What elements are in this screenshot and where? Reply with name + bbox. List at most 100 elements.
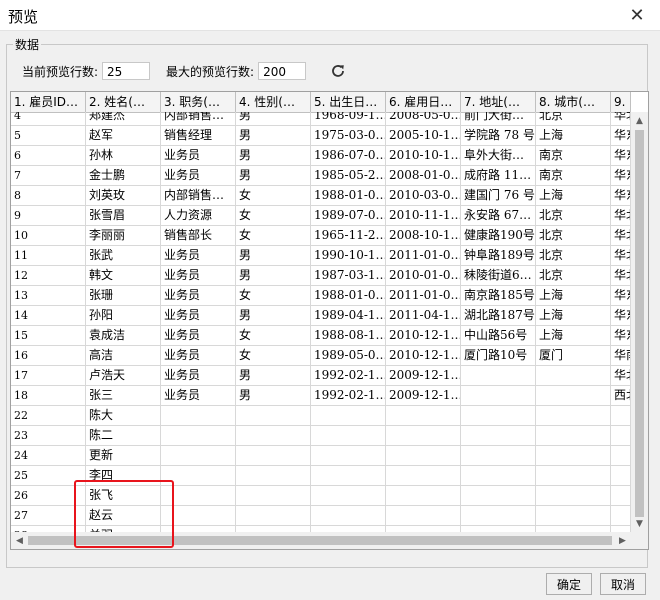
table-cell[interactable]: 上海 (536, 186, 611, 205)
table-cell[interactable]: 女 (236, 346, 311, 365)
table-cell[interactable]: 学院路 78 号 (461, 126, 536, 145)
table-cell[interactable]: 厦门 (536, 346, 611, 365)
table-cell[interactable]: 14 (11, 306, 86, 325)
table-cell[interactable] (461, 466, 536, 485)
table-cell[interactable]: 1985-05-2… (311, 166, 386, 185)
table-cell[interactable]: 5 (11, 126, 86, 145)
table-cell[interactable]: 26 (11, 486, 86, 505)
table-cell[interactable]: 健康路190号 (461, 226, 536, 245)
table-cell[interactable]: 前门大街… (461, 112, 536, 125)
table-cell[interactable]: 15 (11, 326, 86, 345)
table-row[interactable]: 7金士鹏业务员男1985-05-2…2008-01-0…成府路 11…南京华东 (11, 166, 631, 186)
table-cell[interactable]: 16 (11, 346, 86, 365)
table-cell[interactable] (386, 426, 461, 445)
table-cell[interactable]: 业务员 (161, 166, 236, 185)
table-cell[interactable] (536, 506, 611, 525)
table-cell[interactable]: 10 (11, 226, 86, 245)
table-cell[interactable]: 上海 (536, 326, 611, 345)
table-row[interactable]: 22 陈大 (11, 406, 631, 426)
table-cell[interactable]: 赵军 (86, 126, 161, 145)
table-row[interactable]: 27 赵云 (11, 506, 631, 526)
table-cell[interactable]: 孙林 (86, 146, 161, 165)
table-cell[interactable]: 卢浩天 (86, 366, 161, 385)
table-cell[interactable]: 张武 (86, 246, 161, 265)
table-cell[interactable] (236, 466, 311, 485)
table-cell[interactable]: 南京 (536, 146, 611, 165)
table-cell[interactable]: 男 (236, 246, 311, 265)
table-cell[interactable]: 销售部长 (161, 226, 236, 245)
table-cell[interactable]: 1975-03-0… (311, 126, 386, 145)
table-cell[interactable] (536, 366, 611, 385)
table-cell[interactable]: 7 (11, 166, 86, 185)
table-cell[interactable]: 西北 (611, 386, 631, 405)
table-cell[interactable] (461, 366, 536, 385)
table-cell[interactable]: 女 (236, 326, 311, 345)
table-cell[interactable]: 业务员 (161, 286, 236, 305)
table-cell[interactable] (161, 466, 236, 485)
table-row[interactable]: 23 陈二 (11, 426, 631, 446)
table-cell[interactable]: 销售经理 (161, 126, 236, 145)
table-cell[interactable]: 男 (236, 166, 311, 185)
table-cell[interactable] (161, 426, 236, 445)
current-rows-input[interactable]: 25 (102, 62, 151, 80)
table-cell[interactable]: 2009-12-1… (386, 366, 461, 385)
table-cell[interactable]: 2008-05-0… (386, 112, 461, 125)
table-cell[interactable]: 1987-03-1… (311, 266, 386, 285)
table-cell[interactable]: 1968-09-1… (311, 112, 386, 125)
table-cell[interactable]: 华北 (611, 206, 631, 225)
table-cell[interactable]: 2010-10-1… (386, 146, 461, 165)
table-cell[interactable] (461, 426, 536, 445)
table-cell[interactable]: 女 (236, 186, 311, 205)
table-cell[interactable] (386, 506, 461, 525)
table-cell[interactable] (386, 486, 461, 505)
table-cell[interactable]: 1988-08-1… (311, 326, 386, 345)
table-cell[interactable] (611, 466, 631, 485)
table-cell[interactable]: 华北 (611, 266, 631, 285)
table-cell[interactable]: 华北 (611, 246, 631, 265)
table-cell[interactable] (611, 506, 631, 525)
table-cell[interactable]: 厦门路10号 (461, 346, 536, 365)
table-cell[interactable]: 北京 (536, 266, 611, 285)
table-cell[interactable]: 中山路56号 (461, 326, 536, 345)
table-cell[interactable] (386, 446, 461, 465)
table-cell[interactable]: 2011-01-0… (386, 286, 461, 305)
table-cell[interactable] (311, 466, 386, 485)
table-cell[interactable]: 业务员 (161, 306, 236, 325)
table-cell[interactable]: 李四 (86, 466, 161, 485)
table-cell[interactable]: 华东 (611, 126, 631, 145)
table-cell[interactable] (611, 426, 631, 445)
refresh-button[interactable] (329, 62, 347, 80)
table-row[interactable]: 13张珊业务员女1988-01-0…2011-01-0…南京路185号上海华东 (11, 286, 631, 306)
table-cell[interactable]: 上海 (536, 306, 611, 325)
table-cell[interactable]: 8 (11, 186, 86, 205)
table-cell[interactable] (311, 446, 386, 465)
table-row[interactable]: 10 李丽丽 销售部长女 1965-11-2… 2008-10-1… 健康路190号 北京华… (11, 226, 631, 246)
table-cell[interactable] (311, 426, 386, 445)
table-cell[interactable]: 陈大 (86, 406, 161, 425)
table-cell[interactable]: 华北 (611, 226, 631, 245)
table-cell[interactable]: 刘英玫 (86, 186, 161, 205)
table-row[interactable]: 18张三业务员男1992-02-1…2009-12-1… 西北 (11, 386, 631, 406)
table-cell[interactable]: 男 (236, 126, 311, 145)
table-row[interactable]: 25 李四 (11, 466, 631, 486)
table-cell[interactable]: 11 (11, 246, 86, 265)
table-cell[interactable]: 华东 (611, 166, 631, 185)
table-cell[interactable]: 23 (11, 426, 86, 445)
table-cell[interactable]: 成府路 11… (461, 166, 536, 185)
table-cell[interactable] (236, 486, 311, 505)
chevron-left-icon[interactable]: ◀ (11, 532, 28, 549)
column-header-6[interactable]: 6. 雇用日… (386, 92, 461, 112)
table-cell[interactable]: 6 (11, 146, 86, 165)
table-cell[interactable] (611, 406, 631, 425)
table-cell[interactable]: 男 (236, 266, 311, 285)
horizontal-scrollbar[interactable]: ◀ ▶ (11, 532, 631, 549)
table-cell[interactable]: 华东 (611, 306, 631, 325)
table-cell[interactable]: 2011-01-0… (386, 246, 461, 265)
table-cell[interactable]: 2008-10-1… (386, 226, 461, 245)
table-row[interactable]: 26 张飞 (11, 486, 631, 506)
table-cell[interactable]: 男 (236, 112, 311, 125)
table-cell[interactable] (536, 446, 611, 465)
table-cell[interactable]: 24 (11, 446, 86, 465)
table-cell[interactable] (236, 406, 311, 425)
table-cell[interactable]: 13 (11, 286, 86, 305)
